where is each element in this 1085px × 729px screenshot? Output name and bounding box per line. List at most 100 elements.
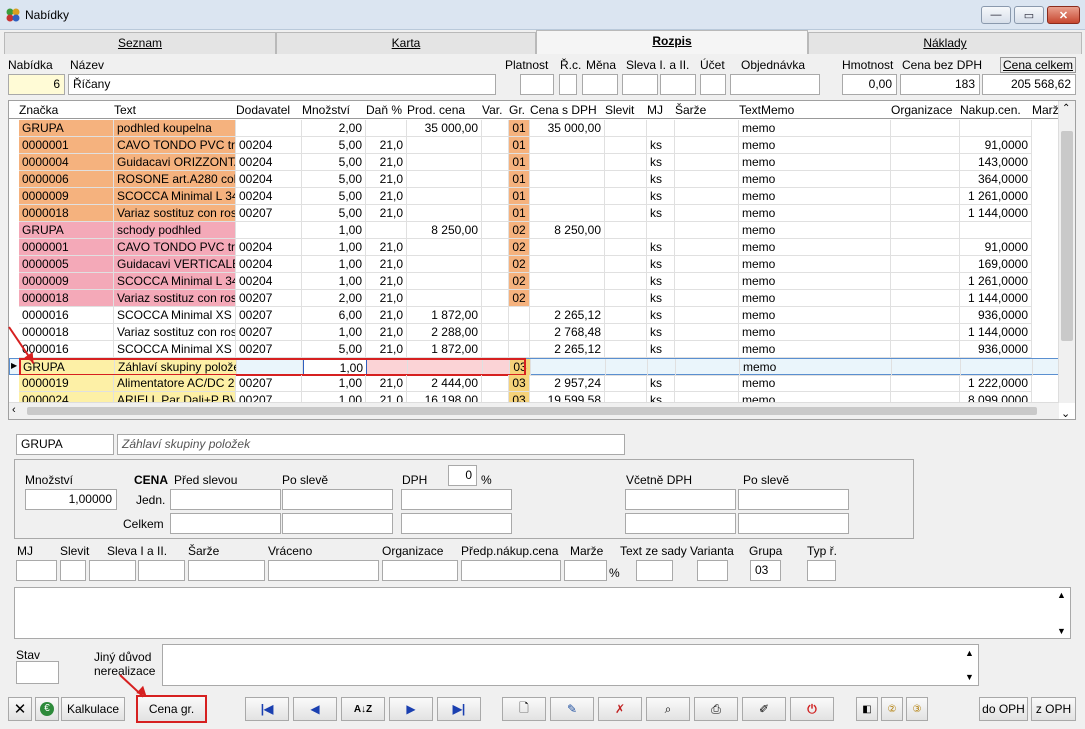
first-record-button[interactable]: |◀ — [245, 697, 289, 721]
table-cell[interactable]: memo — [739, 341, 891, 358]
sleva-i-field[interactable] — [89, 560, 136, 581]
do-oph-button[interactable]: do OPH — [979, 697, 1028, 721]
table-cell[interactable]: 5,00 — [302, 154, 366, 171]
table-cell[interactable] — [605, 273, 647, 290]
table-cell[interactable] — [961, 359, 1033, 376]
table-cell[interactable]: 1,00 — [302, 239, 366, 256]
table-cell[interactable]: 35 000,00 — [407, 120, 482, 137]
table-cell[interactable] — [605, 341, 647, 358]
table-cell[interactable] — [676, 359, 740, 376]
table-row[interactable]: 0000018 Variaz sostituz con ros 00207 1,00 2… — [9, 324, 1059, 341]
table-cell[interactable] — [407, 273, 482, 290]
table-cell[interactable]: 0000009 — [19, 273, 114, 290]
reason-scroll-down-icon[interactable]: ▼ — [965, 672, 974, 682]
table-cell[interactable]: memo — [739, 375, 891, 392]
table-cell[interactable] — [891, 307, 960, 324]
table-cell[interactable] — [605, 307, 647, 324]
column-header[interactable]: Značka — [19, 103, 58, 117]
memo-scroll-up-icon[interactable]: ▲ — [1057, 590, 1066, 600]
table-row[interactable]: GRUPA podhled koupelna 2,00 35 000,00 01 35 0… — [9, 120, 1059, 137]
table-cell[interactable]: 21,0 — [366, 375, 407, 392]
table-cell[interactable]: 00207 — [236, 375, 302, 392]
table-cell[interactable]: Variaz sostituz con ros — [114, 324, 236, 341]
grid-horizontal-scrollbar[interactable]: ‹ — [9, 402, 1059, 419]
table-cell[interactable]: 1 144,0000 — [960, 290, 1032, 307]
table-cell[interactable]: 21,0 — [366, 137, 407, 154]
table-cell[interactable] — [647, 222, 675, 239]
table-cell[interactable] — [675, 307, 739, 324]
table-cell[interactable]: 21,0 — [366, 273, 407, 290]
table-cell[interactable]: ks — [647, 137, 675, 154]
table-cell[interactable] — [891, 222, 960, 239]
table-cell[interactable]: 5,00 — [302, 341, 366, 358]
table-cell[interactable]: 6,00 — [302, 307, 366, 324]
stav-field[interactable] — [16, 661, 59, 684]
table-cell[interactable]: ks — [647, 273, 675, 290]
table-cell[interactable] — [675, 341, 739, 358]
table-cell[interactable] — [605, 205, 647, 222]
table-cell[interactable] — [482, 222, 509, 239]
grid-vertical-scrollbar[interactable]: ⌃ — [1058, 101, 1075, 403]
table-cell[interactable]: 00207 — [236, 290, 302, 307]
find-button[interactable]: ⌕ — [646, 697, 690, 721]
table-cell[interactable]: 0000001 — [19, 239, 114, 256]
column-header[interactable]: Slevit — [605, 103, 634, 117]
table-cell[interactable] — [482, 205, 509, 222]
table-cell[interactable]: SCOCCA Minimal XS 3 — [114, 341, 236, 358]
table-cell[interactable] — [407, 188, 482, 205]
tab-seznam[interactable]: Seznam — [4, 32, 276, 54]
table-cell[interactable]: CAVO TONDO PVC tra — [114, 239, 236, 256]
table-cell[interactable] — [366, 222, 407, 239]
table-cell[interactable] — [407, 290, 482, 307]
table-cell[interactable]: 91,0000 — [960, 239, 1032, 256]
action3-button[interactable]: ③ — [906, 697, 928, 721]
table-cell[interactable]: 0000004 — [19, 154, 114, 171]
platnost-field[interactable] — [520, 74, 554, 95]
column-header[interactable]: Nakup.cen. — [960, 103, 1021, 117]
table-cell[interactable] — [605, 324, 647, 341]
prev-record-button[interactable]: ◀ — [293, 697, 337, 721]
table-cell[interactable] — [482, 256, 509, 273]
minimize-button[interactable]: — — [981, 6, 1011, 24]
table-cell[interactable] — [407, 154, 482, 171]
table-cell[interactable]: 01 — [509, 120, 530, 137]
scroll-left-icon[interactable]: ‹ — [12, 404, 16, 416]
table-cell[interactable]: 21,0 — [366, 307, 407, 324]
table-cell[interactable]: 2 265,12 — [530, 307, 605, 324]
table-cell[interactable] — [960, 120, 1032, 137]
table-cell[interactable]: ks — [647, 290, 675, 307]
table-cell[interactable]: memo — [739, 324, 891, 341]
jedn-pred-slevou-field[interactable] — [170, 489, 281, 510]
table-cell[interactable]: ROSONE art.A280 col — [114, 171, 236, 188]
table-cell[interactable] — [407, 239, 482, 256]
table-cell[interactable]: 21,0 — [366, 290, 407, 307]
table-cell[interactable]: memo — [739, 205, 891, 222]
jedn-po-sleve-field[interactable] — [282, 489, 393, 510]
jiny-duvod-textarea[interactable] — [162, 644, 979, 686]
table-cell[interactable] — [482, 290, 509, 307]
column-header[interactable]: MJ — [647, 103, 663, 117]
table-cell[interactable] — [605, 375, 647, 392]
table-cell[interactable]: 21,0 — [366, 239, 407, 256]
table-cell[interactable]: 00204 — [236, 188, 302, 205]
table-cell[interactable]: memo — [739, 137, 891, 154]
maximize-button[interactable]: ▭ — [1014, 6, 1044, 24]
table-cell[interactable] — [891, 171, 960, 188]
table-cell[interactable] — [605, 256, 647, 273]
table-row[interactable]: 0000016 SCOCCA Minimal XS 3 00207 5,00 21,0 1… — [9, 341, 1059, 358]
table-row[interactable]: GRUPA Záhlaví skupiny polože 1,00 03 memo ▶ — [9, 358, 1059, 376]
predp-nakup-cena-field[interactable] — [461, 560, 561, 581]
table-cell[interactable] — [675, 239, 739, 256]
table-cell[interactable] — [891, 205, 960, 222]
table-cell[interactable] — [605, 188, 647, 205]
table-cell[interactable] — [960, 222, 1032, 239]
table-cell[interactable] — [891, 239, 960, 256]
table-cell[interactable]: 1,00 — [302, 222, 366, 239]
table-cell[interactable] — [482, 307, 509, 324]
new-record-button[interactable]: 🗋 — [502, 697, 546, 721]
table-cell[interactable]: ks — [647, 324, 675, 341]
table-cell[interactable] — [675, 256, 739, 273]
delete-record-button[interactable]: ✗ — [598, 697, 642, 721]
table-cell[interactable]: 2 957,24 — [530, 375, 605, 392]
table-cell[interactable]: 5,00 — [302, 188, 366, 205]
